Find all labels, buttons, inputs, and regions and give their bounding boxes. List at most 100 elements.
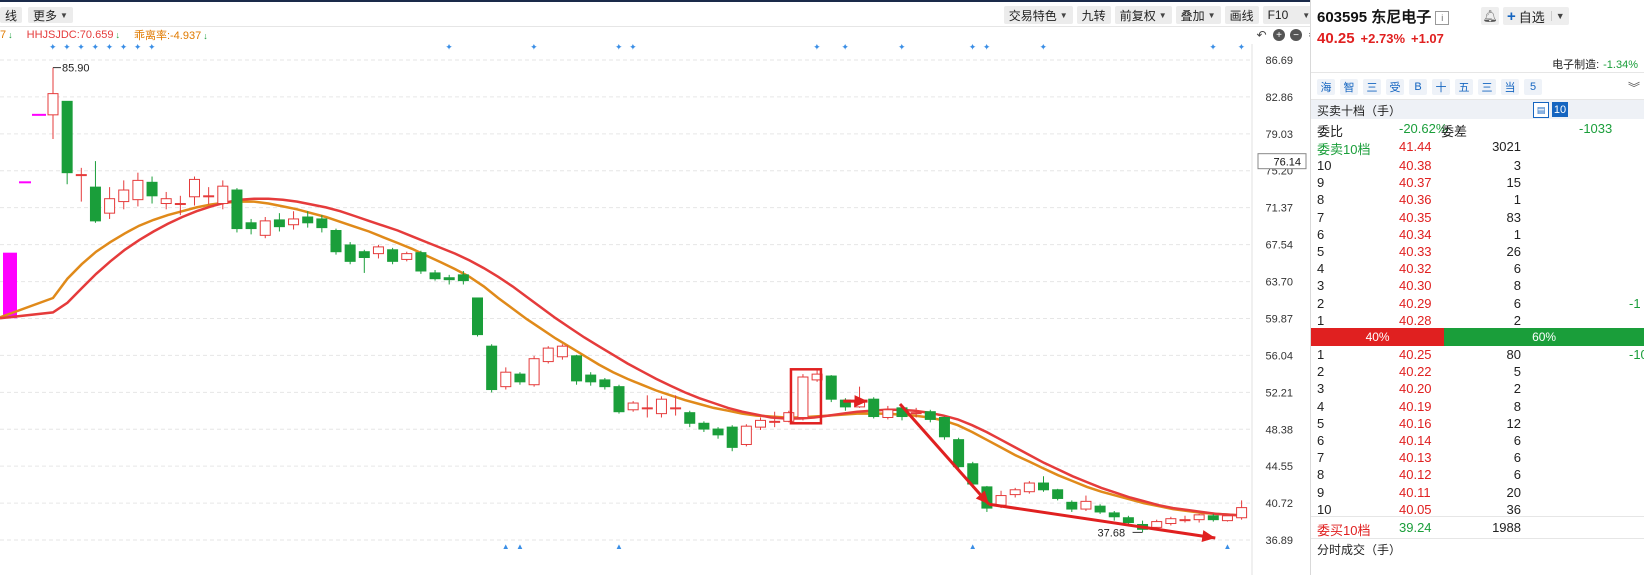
event-marker[interactable]: ✦ bbox=[77, 44, 85, 52]
candle-down[interactable] bbox=[684, 412, 696, 424]
bid-level-row[interactable]: 4 40.19 8 bbox=[1311, 398, 1644, 415]
panel-tab[interactable]: 三 bbox=[1363, 79, 1381, 95]
candle-down[interactable] bbox=[472, 297, 483, 336]
candle-up[interactable] bbox=[217, 185, 229, 205]
ten-level-toggle[interactable]: 10 bbox=[1552, 102, 1568, 117]
candle-up[interactable] bbox=[910, 412, 922, 415]
zoom-out-icon[interactable]: − bbox=[1290, 29, 1302, 41]
event-marker[interactable]: ▲ bbox=[1223, 542, 1231, 551]
event-marker[interactable]: ✦ bbox=[969, 44, 977, 52]
candle-up[interactable] bbox=[160, 198, 172, 205]
sector-change[interactable]: 电子制造: -1.34% bbox=[1552, 56, 1638, 72]
add-favorite-button[interactable]: + 自选 ▼ bbox=[1503, 7, 1569, 25]
event-marker[interactable]: ✦ bbox=[1209, 44, 1217, 52]
more-menu-button[interactable]: 更多 ▼ bbox=[28, 7, 73, 23]
event-marker[interactable]: ✦ bbox=[134, 44, 142, 52]
panel-tab[interactable]: 十 bbox=[1432, 79, 1450, 95]
candle-down[interactable] bbox=[1038, 482, 1049, 491]
panel-tab[interactable]: 当 bbox=[1501, 79, 1519, 95]
ask-level-row[interactable]: 10 40.38 3 bbox=[1311, 157, 1644, 174]
draw-line-button[interactable]: 画线 bbox=[1224, 6, 1259, 24]
ask-level-row[interactable]: 3 40.30 8 bbox=[1311, 277, 1644, 294]
candle-up[interactable] bbox=[118, 189, 130, 203]
candle-up[interactable] bbox=[1236, 507, 1248, 519]
candle-up[interactable] bbox=[174, 203, 186, 206]
bid-level-row[interactable]: 5 40.16 12 bbox=[1311, 415, 1644, 432]
zoom-in-icon[interactable]: + bbox=[1273, 29, 1285, 41]
candle-down[interactable] bbox=[245, 222, 257, 230]
chevron-down-icon[interactable]: ︾ bbox=[1628, 79, 1640, 96]
bid-level-row[interactable]: 2 40.22 5 bbox=[1311, 363, 1644, 380]
candle-up[interactable] bbox=[1221, 515, 1233, 522]
ask-level-row[interactable]: 6 40.34 1 bbox=[1311, 226, 1644, 243]
candle-down[interactable] bbox=[1122, 517, 1134, 524]
candle-down[interactable] bbox=[330, 230, 342, 253]
candle-up[interactable] bbox=[740, 425, 752, 445]
candle-down[interactable] bbox=[146, 181, 158, 197]
candle-up[interactable] bbox=[372, 246, 384, 255]
bid-level-row[interactable]: 6 40.14 6 bbox=[1311, 432, 1644, 449]
candle-up[interactable] bbox=[1080, 500, 1092, 510]
event-marker[interactable]: ✦ bbox=[49, 44, 57, 52]
candle-down[interactable] bbox=[61, 100, 73, 174]
price-chart[interactable]: 86.6982.8679.0375.2071.3767.5463.7059.87… bbox=[0, 44, 1310, 575]
candle-up[interactable] bbox=[769, 420, 781, 423]
panel-tab[interactable]: 智 bbox=[1340, 79, 1358, 95]
info-icon[interactable]: i bbox=[1435, 11, 1450, 26]
candle-up[interactable] bbox=[1009, 489, 1021, 496]
bid-level-row[interactable]: 8 40.12 6 bbox=[1311, 466, 1644, 483]
candle-down[interactable] bbox=[698, 422, 710, 430]
panel-tab[interactable]: 海 bbox=[1317, 79, 1335, 95]
candle-up[interactable] bbox=[995, 495, 1007, 506]
event-marker[interactable]: ✦ bbox=[898, 44, 906, 52]
ask-level-row[interactable]: 8 40.36 1 bbox=[1311, 191, 1644, 208]
kline-chart-area[interactable]: 86.69 82.86 79.03 75.20 71.37 67.54 63.70 59.87… bbox=[0, 44, 1310, 575]
adjust-button[interactable]: 前复权 ▼ bbox=[1114, 6, 1172, 24]
candle-down[interactable] bbox=[89, 186, 101, 222]
event-marker[interactable]: ✦ bbox=[1040, 44, 1048, 52]
event-marker[interactable]: ✦ bbox=[983, 44, 991, 52]
event-marker[interactable]: ✦ bbox=[63, 44, 71, 52]
event-marker[interactable]: ✦ bbox=[1238, 44, 1246, 52]
candle-down[interactable] bbox=[344, 244, 356, 262]
panel-tab[interactable]: 三 bbox=[1478, 79, 1496, 95]
f10-button[interactable]: F10 ▼ bbox=[1262, 6, 1316, 24]
trade-features-button[interactable]: 交易特色 ▼ bbox=[1003, 6, 1073, 24]
ask-level-row[interactable]: 5 40.33 26 bbox=[1311, 243, 1644, 260]
event-marker[interactable]: ✦ bbox=[120, 44, 128, 52]
candle-down[interactable] bbox=[457, 274, 469, 282]
candle-down[interactable] bbox=[868, 398, 880, 418]
candle-down[interactable] bbox=[231, 189, 243, 230]
ask-level-row[interactable]: 4 40.32 6 bbox=[1311, 260, 1644, 277]
bid-level-row[interactable]: 7 40.13 6 bbox=[1311, 449, 1644, 466]
panel-tab[interactable]: 受 bbox=[1386, 79, 1404, 95]
event-marker[interactable]: ▲ bbox=[615, 542, 623, 551]
candle-up[interactable] bbox=[47, 93, 59, 116]
candle-down[interactable] bbox=[1108, 512, 1120, 518]
event-marker[interactable]: ▲ bbox=[969, 542, 977, 551]
candle-up[interactable] bbox=[528, 358, 540, 386]
candle-up[interactable] bbox=[1151, 521, 1163, 528]
candle-up[interactable] bbox=[401, 253, 413, 260]
bid-level-row[interactable]: 1 40.25 80 -106 bbox=[1311, 346, 1644, 363]
panel-tab[interactable]: 5 bbox=[1524, 79, 1542, 95]
candle-down[interactable] bbox=[316, 218, 328, 229]
line-button[interactable]: 线 bbox=[0, 7, 23, 23]
candle-down[interactable] bbox=[358, 251, 370, 258]
candle-down[interactable] bbox=[443, 277, 455, 281]
candle-up[interactable] bbox=[655, 398, 667, 415]
event-marker[interactable]: ✦ bbox=[91, 44, 99, 52]
candle-up[interactable] bbox=[500, 371, 512, 388]
candle-down[interactable] bbox=[726, 426, 738, 448]
overlay-button[interactable]: 叠加 ▼ bbox=[1175, 6, 1221, 24]
candle-down[interactable] bbox=[953, 439, 965, 468]
candle-down[interactable] bbox=[1052, 489, 1064, 499]
undo-icon[interactable]: ↶ bbox=[1255, 28, 1268, 42]
candle-down[interactable] bbox=[825, 375, 837, 400]
candle-up[interactable] bbox=[189, 178, 200, 198]
event-marker[interactable]: ✦ bbox=[841, 44, 849, 52]
candle-up[interactable] bbox=[542, 347, 554, 363]
bell-icon[interactable]: 🔔︎ bbox=[1481, 7, 1499, 25]
candle-up[interactable] bbox=[797, 376, 809, 418]
candle-down[interactable] bbox=[514, 373, 526, 383]
